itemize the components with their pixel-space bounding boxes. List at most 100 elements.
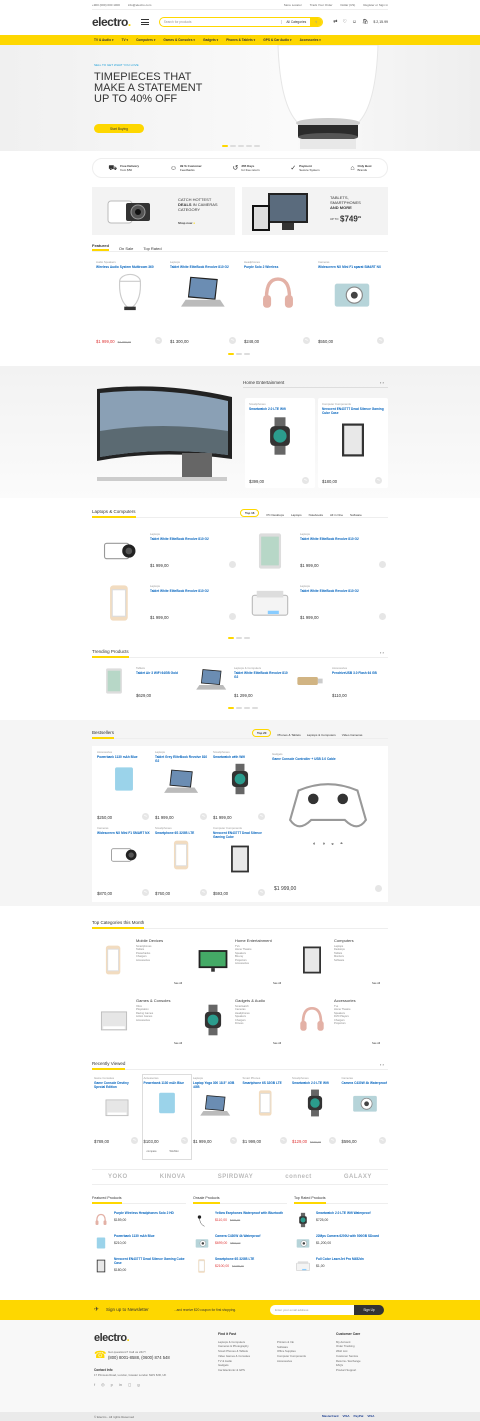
add-to-cart-button[interactable]: ⛍ [377,337,384,344]
product-card[interactable]: Laptops Tablet White EliteBook Revolve 81… [150,532,236,572]
search-bar[interactable]: Search for products All Categories ⚲ [158,17,324,27]
carousel-arrows[interactable]: ‹ › [380,380,384,385]
product-category[interactable]: Smart Phones [243,1076,289,1080]
product-card[interactable]: Laptops Tablet Grey EliteBook Revolve 810… [155,750,209,822]
see-all-link[interactable]: See All [273,1042,281,1045]
product-image[interactable] [318,272,386,316]
category-link[interactable]: Fitness [235,1022,265,1025]
product-name[interactable]: Game Console Destiny Special Edition [94,1081,140,1089]
product-name[interactable]: PendriveUSB 3.0 Flash 64 GB [332,671,388,675]
brand-logo[interactable]: GALAXY [344,1174,372,1180]
product-card[interactable]: Accessories PendriveUSB 3.0 Flash 64 GB $1… [332,666,388,698]
product-name[interactable]: Tablet White EliteBook Revolve 810 G2 [150,537,236,541]
account-link[interactable]: Register or Sign in [363,3,388,7]
product-image[interactable] [97,762,151,796]
product-image[interactable] [342,1088,388,1118]
product-category[interactable]: Tablets [136,666,192,670]
list-item[interactable]: Nerocent EN4377T Dead Silence Gaming Cub… [92,1257,186,1274]
product-category[interactable]: Headphones [244,260,312,264]
tab-all-in-one[interactable]: All in One [330,513,343,517]
category-name[interactable]: Gadgets & Audio [235,998,265,1003]
product-category[interactable]: Laptops & Computers [234,666,290,670]
add-to-cart-button[interactable]: ⛍ [279,1137,287,1144]
tab-laptops[interactable]: Laptops [291,513,302,517]
product-card[interactable]: Laptops Laptop Yoga 300 18.5" 4GB 4GB $1 9… [193,1076,239,1146]
tab-laptops-computers[interactable]: Laptops & Computers [307,733,336,737]
tab-top-20[interactable]: Top 20 [252,729,272,737]
nav-item[interactable]: TV & Audio ▾ [94,38,114,42]
product-card[interactable]: Laptops Tablet White EliteBook Revolve 81… [300,584,386,624]
category-name[interactable]: Computers [334,938,354,943]
see-all-link[interactable]: See All [372,1042,380,1045]
product-card[interactable]: Laptops Tablet White EliteBook Revolve 81… [170,260,238,346]
category-name[interactable]: Mobile Devices [136,938,163,943]
list-item-name[interactable]: 22Mps Camera 6200U with 500GB SDcard [316,1234,379,1239]
product-card[interactable]: Smartphones Smartphone 6S 32GB LTE $760,00… [155,826,209,898]
logo[interactable]: electro. [92,15,131,29]
product-name[interactable]: Smartphone 6S 32GB LTE [155,831,209,835]
list-item-name[interactable]: Yellow Earphones Waterproof with Bluetoo… [215,1211,283,1216]
product-name[interactable]: Smartwatch with Wifi [213,755,267,759]
category-name[interactable]: Home Entertainment [235,938,272,943]
list-item[interactable]: Powerbank 1130 mAh Blue $210,00 [92,1234,186,1251]
product-category[interactable]: Audio Speakers [96,260,164,264]
brand-logo[interactable]: SPIRDWAY [218,1174,253,1180]
tab-phones-tablets[interactable]: Phones & Tablets [277,733,300,737]
list-item-name[interactable]: Powerbank 1130 mAh Blue [114,1234,155,1239]
footer-link[interactable]: Accessories [277,1359,306,1364]
product-card[interactable]: Cameras Widescreen NX Mini F1 aparat SMAR… [318,260,386,346]
product-card[interactable]: Laptops Tablet White EliteBook Revolve 81… [150,584,236,624]
product-card[interactable]: Tablets Tablet Air 3 WiFi 64GB Gold $629,0… [136,666,192,698]
list-item[interactable]: 22Mps Camera 6200U with 500GB SDcard $1,2… [294,1234,388,1251]
laptops-pagination[interactable] [228,635,252,640]
product-image[interactable] [170,272,238,316]
product-name[interactable]: Purple Solo 2 Wireless [244,265,312,269]
thumbnail-strip[interactable]: ◐ ◑ ◒ ◓ [272,841,384,847]
category-block[interactable]: Mobile Devices Smartphones Tablets Powerban… [136,938,163,962]
product-card[interactable]: Laptops Tablet White EliteBook Revolve 81… [300,532,386,572]
hero-pagination[interactable] [222,143,262,148]
social-icons[interactable]: f ◎ p in ◻ g [94,1382,140,1387]
product-card[interactable]: Smart Phones Smartphone 6S 32GB LTE $1 999… [243,1076,289,1146]
product-category[interactable]: Cameras [342,1076,388,1080]
product-name[interactable]: Laptop Yoga 300 18.5" 4GB 4GB [193,1081,239,1089]
product-card[interactable]: Cameras Camera C430W 4k Waterproof $596,00… [342,1076,388,1146]
product-name[interactable]: Smartwatch 2.0 LTE Wifi [292,1081,338,1085]
category-block[interactable]: Gadgets & Audio Smartwatch Cameras Headphon… [235,998,265,1025]
category-block[interactable]: Home Entertainment TVs Home Theatre Speaker… [235,938,272,965]
product-category[interactable]: Smartphones [213,750,267,754]
category-block[interactable]: Games & Consoles Xbox Playstation Racing Ga… [136,998,170,1022]
tab-pc-desktops[interactable]: PC Desktops [266,513,284,517]
nav-item[interactable]: Gadgets ▾ [203,38,218,42]
add-to-cart-button[interactable]: ⛍ [229,337,236,344]
product-category[interactable]: Smartphones [249,402,311,406]
product-category[interactable]: Gadgets [272,752,384,756]
category-name[interactable]: Accessories [334,998,356,1003]
store-locator-link[interactable]: Store Locator [284,3,302,7]
product-category[interactable]: Laptops [300,584,386,588]
featured-pagination[interactable] [228,351,252,356]
wishlist-icon[interactable]: ♡ [342,19,346,25]
product-name[interactable]: Nerocent EN4377T Dead Silence Gaming Cub… [213,831,267,839]
add-to-cart-button[interactable] [229,613,236,620]
track-order-link[interactable]: Track Your Order [310,3,333,7]
product-name[interactable]: Powerbank 1130 mAh Blue [97,755,151,759]
product-name[interactable]: Tablet Air 3 WiFi 64GB Gold [136,671,192,675]
compare-icon[interactable]: ⇄ [333,19,337,25]
add-to-cart-button[interactable]: ⛍ [142,813,149,820]
category-select[interactable]: All Categories [281,20,310,24]
nav-item[interactable]: TV ▾ [122,38,129,42]
product-image[interactable] [322,418,384,462]
list-item-name[interactable]: Purple Wireless Headphones Solo 2 HD [114,1211,174,1216]
banner-tablets[interactable]: TABLETS, SMARTPHONES AND MORE UP TO $74999 [242,187,388,235]
add-to-cart-button[interactable]: ⛍ [155,337,162,344]
wishlist-link[interactable]: Wishlist [170,1150,179,1153]
category-block[interactable]: Accessories Tvs Home Theatre Speakers DVD Pl… [334,998,356,1025]
product-category[interactable]: Cameras [318,260,386,264]
product-category[interactable]: Game Consoles [94,1076,140,1080]
category-link[interactable]: Accessories [136,1019,170,1022]
product-name[interactable]: Camera C430W 4k Waterproof [342,1081,388,1085]
compare-link[interactable]: compare [147,1150,157,1153]
nav-item[interactable]: Games & Consoles ▾ [163,38,195,42]
add-to-cart-button[interactable]: ⛍ [142,889,149,896]
